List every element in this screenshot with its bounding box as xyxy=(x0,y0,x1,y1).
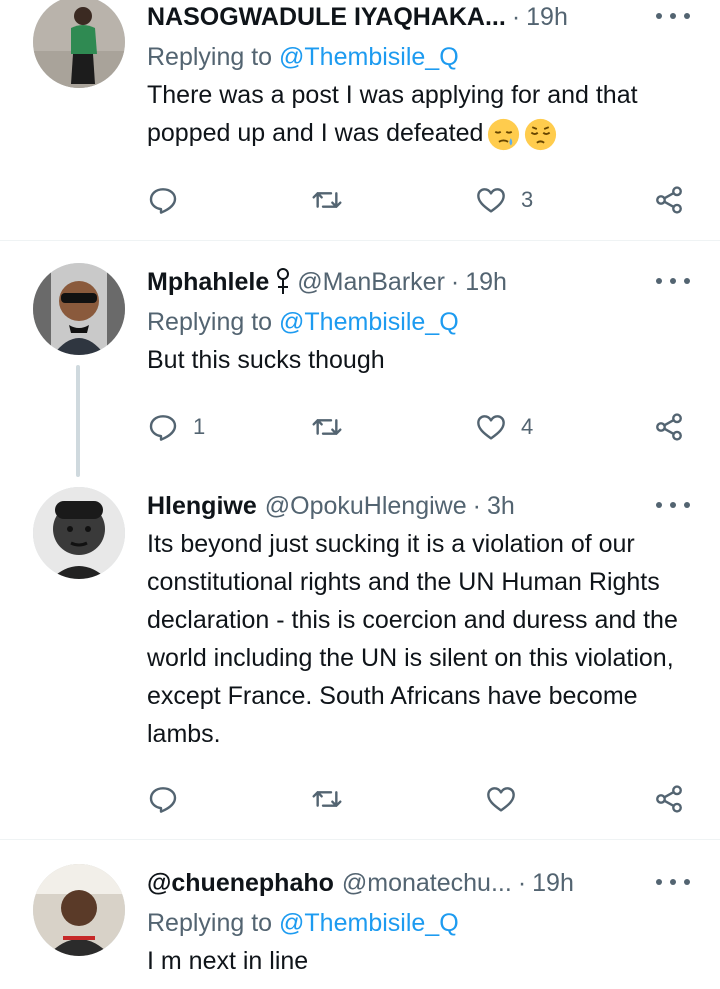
tweet-header: NASOGWADULE IYAQHAKA... · 19h xyxy=(147,0,690,34)
tweet-2[interactable]: Mphahlele @ManBarker · 19h Replying to @… xyxy=(0,241,720,477)
timestamp[interactable]: 19h xyxy=(526,3,568,32)
replying-prefix: Replying to xyxy=(147,909,273,937)
avatar[interactable] xyxy=(33,263,125,355)
retweet-button[interactable] xyxy=(311,407,357,447)
thread-line xyxy=(76,365,80,477)
reply-button[interactable] xyxy=(147,180,193,220)
pensive-face-emoji-icon xyxy=(525,118,557,150)
dot-separator: · xyxy=(517,868,527,897)
reply-button[interactable]: 1 xyxy=(147,407,205,447)
share-button[interactable] xyxy=(653,779,685,819)
tweet-header: Hlengiwe @OpokuHlengiwe · 3h xyxy=(147,489,690,523)
replying-prefix: Replying to xyxy=(147,43,273,71)
heart-icon xyxy=(487,787,515,812)
timestamp[interactable]: 19h xyxy=(532,869,574,898)
like-count: 3 xyxy=(521,187,534,212)
mention-link[interactable]: @Thembisile_Q xyxy=(279,43,459,71)
avatar[interactable] xyxy=(33,487,125,579)
replying-to: Replying to @Thembisile_Q xyxy=(147,906,690,940)
like-button[interactable]: 4 xyxy=(475,407,533,447)
user-handle[interactable]: @ManBarker xyxy=(297,268,445,297)
mention-link[interactable]: @Thembisile_Q xyxy=(279,308,459,336)
tweet-header: Mphahlele @ManBarker · 19h xyxy=(147,265,690,299)
timestamp[interactable]: 3h xyxy=(487,492,515,521)
display-name[interactable]: Mphahlele xyxy=(147,268,269,297)
retweet-icon xyxy=(312,791,342,807)
reply-count: 1 xyxy=(193,414,206,439)
reply-button[interactable] xyxy=(147,779,193,819)
replying-prefix: Replying to xyxy=(147,308,273,336)
tweet-text: There was a post I was applying for and … xyxy=(147,76,690,152)
tweet-text: But this sucks though xyxy=(147,346,385,374)
more-options-icon[interactable] xyxy=(656,6,690,26)
retweet-button[interactable] xyxy=(311,180,357,220)
avatar[interactable] xyxy=(33,0,125,88)
replying-to: Replying to @Thembisile_Q xyxy=(147,305,690,339)
user-handle[interactable]: @monatechu... xyxy=(342,869,512,898)
heart-icon xyxy=(477,188,505,213)
like-button[interactable]: 3 xyxy=(475,180,533,220)
reply-icon xyxy=(149,188,177,214)
tweet-3[interactable]: Hlengiwe @OpokuHlengiwe · 3h Its beyond … xyxy=(0,477,720,839)
more-options-icon[interactable] xyxy=(656,495,690,515)
avatar[interactable] xyxy=(33,864,125,956)
share-button[interactable] xyxy=(653,180,685,220)
reply-icon xyxy=(149,415,177,441)
display-name[interactable]: Hlengiwe xyxy=(147,492,257,521)
heart-icon xyxy=(477,415,505,440)
replying-to: Replying to @Thembisile_Q xyxy=(147,40,690,74)
like-button[interactable] xyxy=(485,779,531,819)
tweet-text: I m next in line xyxy=(147,947,309,975)
tweet-text-body: There was a post I was applying for and … xyxy=(147,81,638,147)
share-icon xyxy=(656,785,682,813)
display-name[interactable]: NASOGWADULE IYAQHAKA... xyxy=(147,3,506,32)
share-icon xyxy=(656,186,682,214)
dot-separator: · xyxy=(472,491,481,520)
user-handle[interactable]: @OpokuHlengiwe xyxy=(265,492,467,521)
more-options-icon[interactable] xyxy=(656,271,690,291)
display-name[interactable]: @chuenephaho xyxy=(147,869,334,898)
tweet-1[interactable]: NASOGWADULE IYAQHAKA... · 19h Replying t… xyxy=(0,0,720,240)
sleepy-face-emoji-icon xyxy=(488,118,520,150)
retweet-button[interactable] xyxy=(311,779,357,819)
dot-separator: · xyxy=(450,267,460,296)
share-icon xyxy=(656,413,682,441)
like-count: 4 xyxy=(521,414,534,439)
tweet-4[interactable]: @chuenephaho @monatechu... · 19h Replyin… xyxy=(0,840,720,989)
share-button[interactable] xyxy=(653,407,685,447)
retweet-icon xyxy=(312,192,342,208)
mention-link[interactable]: @Thembisile_Q xyxy=(279,909,459,937)
more-options-icon[interactable] xyxy=(656,872,690,892)
female-symbol-icon xyxy=(277,268,290,294)
timestamp[interactable]: 19h xyxy=(465,268,507,297)
reply-icon xyxy=(149,787,177,813)
tweet-text: Its beyond just sucking it is a violatio… xyxy=(147,530,678,748)
retweet-icon xyxy=(312,419,342,435)
tweet-header: @chuenephaho @monatechu... · 19h xyxy=(147,866,690,900)
dot-separator: · xyxy=(511,2,521,31)
